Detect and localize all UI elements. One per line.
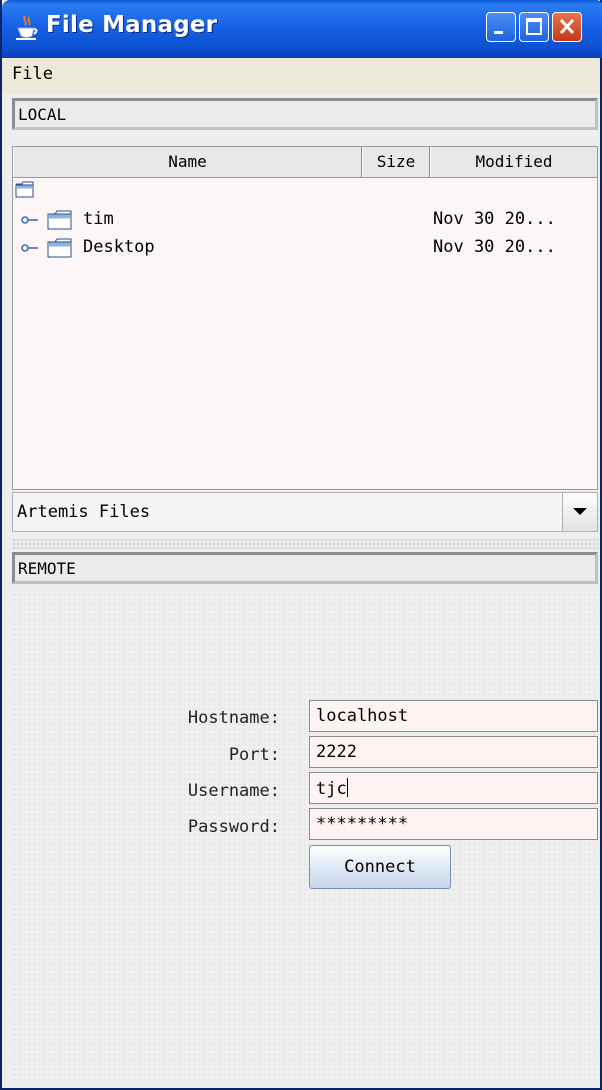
port-field[interactable]: 2222 (309, 736, 598, 768)
tree-expand-icon[interactable] (21, 243, 41, 255)
column-name-header[interactable]: Name (13, 147, 362, 177)
local-file-table[interactable]: Name Size Modified tim Nov 30 20... Desk… (12, 146, 598, 490)
remote-label: REMOTE (12, 552, 598, 584)
window-title: File Manager (46, 12, 218, 38)
username-field[interactable]: tjc (309, 772, 598, 804)
table-row[interactable]: tim Nov 30 20... (13, 207, 597, 235)
split-pane-divider[interactable] (12, 538, 598, 550)
port-label: Port: (228, 745, 280, 765)
file-modified: Nov 30 20... (433, 237, 556, 257)
connect-button[interactable]: Connect (309, 845, 451, 889)
username-value: tjc (316, 779, 347, 799)
java-cup-icon (16, 15, 38, 40)
content-area: LOCAL Name Size Modified tim Nov 30 20..… (2, 94, 600, 1088)
maximize-button[interactable] (519, 12, 549, 42)
combo-dropdown-button[interactable] (562, 493, 597, 531)
root-folder-icon[interactable] (15, 181, 35, 199)
column-size-header[interactable]: Size (362, 147, 430, 177)
port-value: 2222 (316, 742, 357, 762)
file-name: tim (83, 209, 114, 229)
location-combo-value: Artemis Files (17, 502, 151, 522)
password-label: Password: (187, 817, 280, 837)
hostname-label: Hostname: (187, 708, 280, 728)
hostname-field[interactable]: localhost (309, 700, 598, 732)
minimize-button[interactable] (486, 12, 516, 42)
close-button[interactable] (552, 12, 582, 42)
file-modified: Nov 30 20... (433, 209, 556, 229)
file-name: Desktop (83, 237, 155, 257)
table-header: Name Size Modified (13, 147, 597, 178)
table-row[interactable]: Desktop Nov 30 20... (13, 235, 597, 263)
menu-file[interactable]: File (12, 64, 53, 84)
menu-bar: File (2, 58, 600, 94)
minimize-icon (494, 31, 503, 34)
text-caret (346, 778, 348, 797)
location-combo[interactable]: Artemis Files (12, 492, 598, 532)
column-modified-header[interactable]: Modified (430, 147, 597, 177)
title-bar[interactable]: File Manager (2, 0, 602, 58)
password-field[interactable]: ********* (309, 808, 598, 840)
close-icon (559, 18, 575, 35)
folder-icon (47, 238, 72, 258)
file-manager-window: File Manager File LOCAL Name Size Modifi… (0, 0, 602, 1090)
username-label: Username: (187, 781, 280, 801)
maximize-icon (526, 18, 542, 35)
hostname-value: localhost (316, 706, 409, 726)
chevron-down-icon (573, 508, 587, 515)
folder-icon (47, 210, 72, 230)
local-label: LOCAL (12, 98, 598, 130)
tree-expand-icon[interactable] (21, 215, 41, 227)
password-value: ********* (316, 814, 409, 834)
